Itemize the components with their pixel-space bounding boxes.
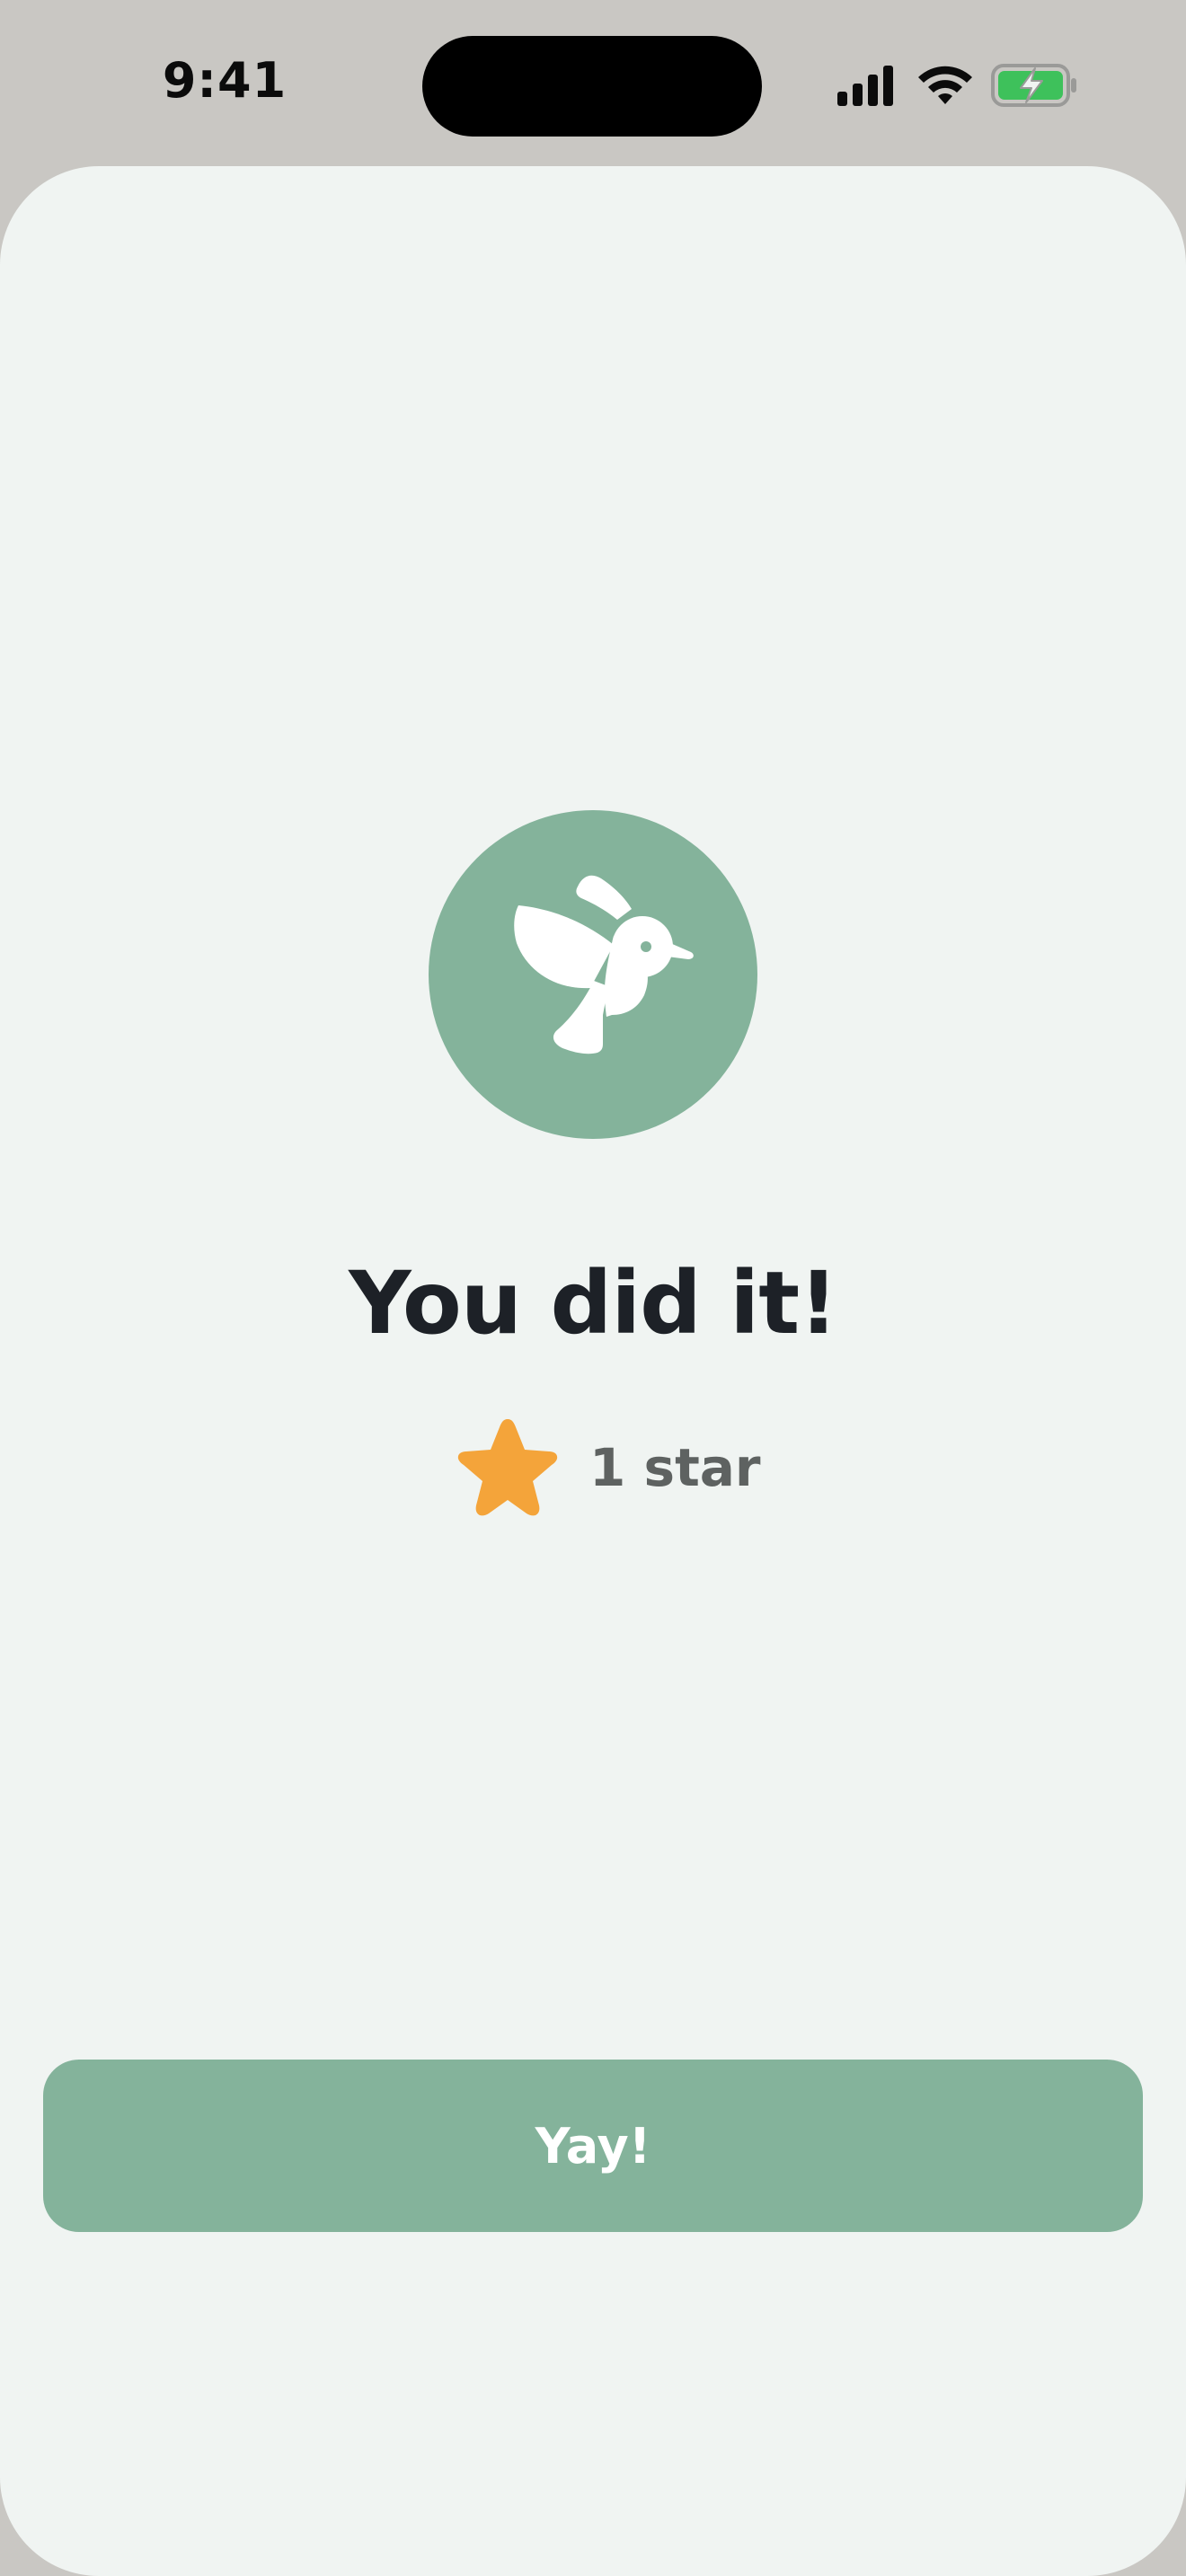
status-bar: 9:41: [0, 0, 1186, 166]
reward-label: 1 star: [589, 1437, 761, 1498]
phone-screen: 9:41 You did it! 1 star Yay!: [0, 0, 1186, 2576]
status-time: 9:41: [162, 52, 288, 109]
battery-charging-icon: [991, 64, 1076, 107]
cellular-signal-icon: [837, 66, 893, 106]
success-title: You did it!: [349, 1253, 838, 1354]
success-badge: [429, 810, 757, 1139]
star-icon: [457, 1419, 558, 1516]
dynamic-island: [422, 36, 762, 137]
wifi-icon: [918, 66, 972, 104]
status-icons: [836, 63, 1087, 108]
hummingbird-icon: [514, 875, 694, 1054]
success-sheet: You did it! 1 star Yay!: [0, 166, 1186, 2576]
yay-button[interactable]: Yay!: [43, 2060, 1143, 2232]
yay-button-label: Yay!: [535, 2117, 651, 2175]
reward-summary: 1 star: [449, 1410, 773, 1527]
